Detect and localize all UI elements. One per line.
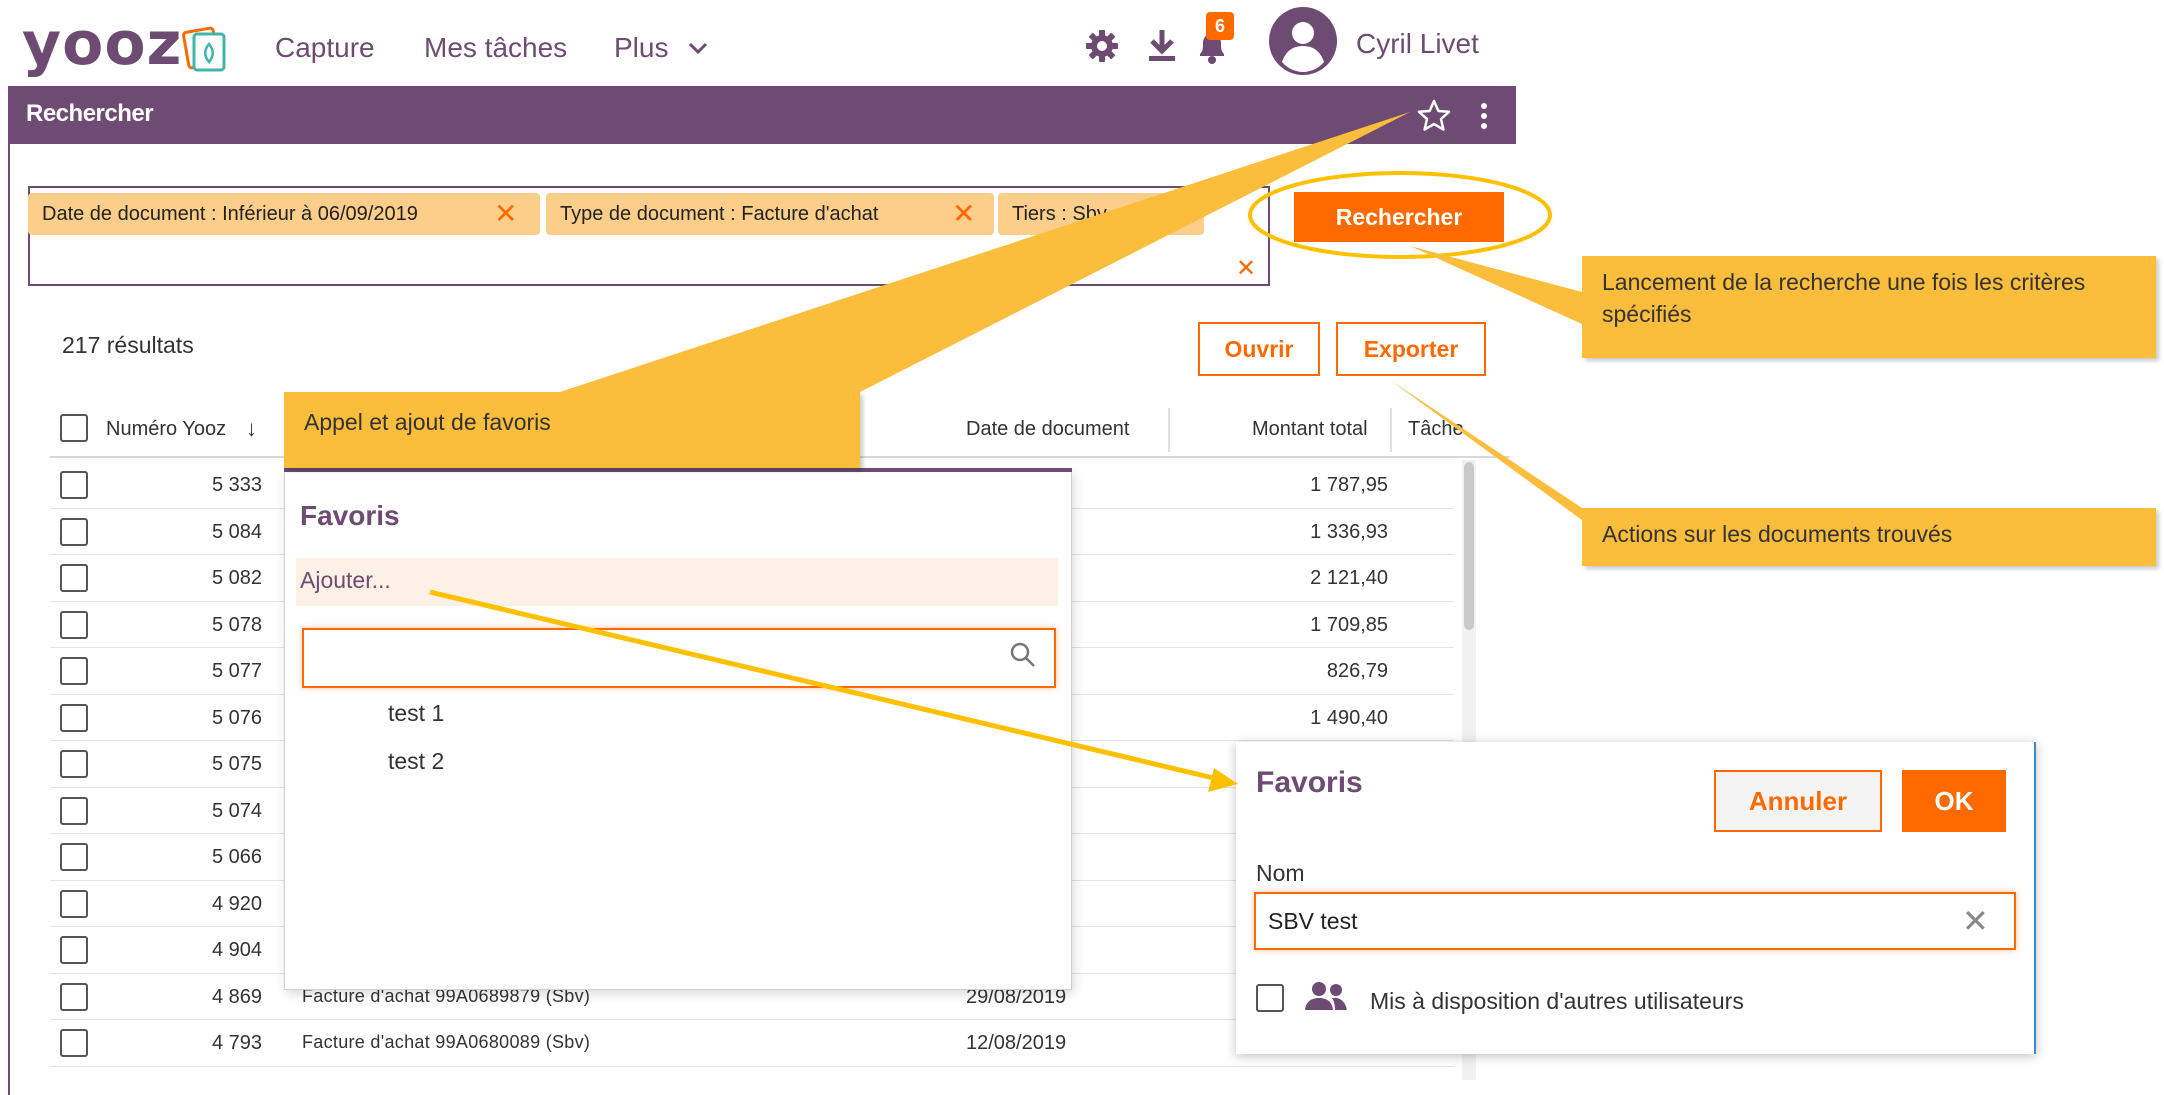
row-number: 4 793	[211, 1032, 262, 1054]
clear-icon[interactable]: ✕	[1962, 902, 1989, 940]
row-checkbox[interactable]	[60, 796, 88, 825]
row-amount: 1 787,95	[1310, 474, 1388, 496]
row-number: 4 920	[211, 892, 262, 915]
close-icon[interactable]: ✕	[1162, 193, 1185, 235]
select-all-checkbox[interactable]	[60, 414, 88, 442]
share-label: Mis à disposition d'autres utilisateurs	[1370, 988, 1744, 1014]
row-date: 12/08/2019	[966, 1032, 1067, 1054]
row-checkbox[interactable]	[60, 610, 88, 639]
notification-badge: 6	[1206, 12, 1234, 40]
filter-chip-type[interactable]: Type de document : Facture d'achat ✕	[546, 193, 994, 235]
row-checkbox[interactable]	[60, 936, 88, 964]
column-divider	[1168, 408, 1170, 452]
filter-chip-label: Date de document : Inférieur à 06/09/201…	[42, 203, 418, 225]
left-border	[8, 144, 10, 1095]
table-row-divider	[50, 1065, 1454, 1067]
callout-search: Lancement de la recherche une fois les c…	[1582, 256, 2156, 358]
name-field-label: Nom	[1256, 860, 1305, 886]
scrollbar-thumb[interactable]	[1464, 462, 1474, 630]
callout-pointer-search	[1410, 246, 1582, 324]
add-favorite-item[interactable]: Ajouter...	[296, 558, 1058, 606]
favorites-dropdown-top-border	[284, 468, 1072, 472]
user-name[interactable]: Cyril Livet	[1356, 28, 1479, 60]
export-button[interactable]: Exporter	[1336, 322, 1486, 376]
column-divider	[1390, 408, 1392, 452]
row-checkbox[interactable]	[60, 517, 88, 546]
row-number: 5 076	[211, 706, 262, 729]
ok-button[interactable]: OK	[1902, 770, 2006, 832]
row-number: 4 869	[211, 985, 262, 1008]
people-icon	[1305, 982, 1347, 1010]
row-checkbox[interactable]	[60, 657, 88, 685]
name-input[interactable]	[1254, 892, 2016, 950]
close-icon[interactable]: ✕	[952, 193, 975, 235]
favorites-dropdown	[284, 470, 1072, 990]
nav-capture[interactable]: Capture	[275, 32, 375, 64]
row-number: 5 066	[211, 846, 262, 868]
clear-filters-icon[interactable]: ✕	[1236, 254, 1256, 283]
row-number: 5 078	[211, 613, 262, 636]
row-checkbox[interactable]	[60, 750, 88, 778]
search-button[interactable]: Rechercher	[1294, 192, 1504, 242]
sort-desc-icon[interactable]: ↓	[246, 416, 257, 442]
row-number: 5 082	[211, 567, 262, 589]
row-checkbox[interactable]	[60, 889, 88, 918]
row-checkbox[interactable]	[60, 982, 88, 1011]
page-header-bar	[8, 86, 1516, 144]
row-amount: 2 121,40	[1310, 567, 1388, 589]
nav-my-tasks[interactable]: Mes tâches	[424, 32, 567, 64]
favorite-item[interactable]: test 1	[388, 700, 444, 727]
row-number: 5 333	[211, 474, 262, 496]
gear-icon[interactable]	[1084, 28, 1120, 64]
column-header-amount[interactable]: Montant total	[1252, 418, 1368, 441]
filter-chip-label: Tiers : Sbv	[1012, 203, 1107, 225]
yooz-logo[interactable]: yooz	[22, 14, 182, 74]
favorites-modal-title: Favoris	[1256, 766, 1363, 799]
row-number: 5 084	[211, 520, 262, 543]
row-amount: 1 709,85	[1310, 613, 1388, 636]
search-icon[interactable]	[1008, 640, 1038, 670]
row-checkbox[interactable]	[60, 843, 88, 871]
favorites-search-input[interactable]	[302, 628, 1056, 688]
row-checkbox[interactable]	[60, 1029, 88, 1057]
row-number: 4 904	[211, 939, 262, 961]
row-number: 5 075	[211, 753, 262, 775]
favorite-item[interactable]: test 2	[388, 748, 444, 775]
cancel-button[interactable]: Annuler	[1714, 770, 1882, 832]
row-number: 5 074	[211, 799, 262, 822]
column-header-task[interactable]: Tâche	[1408, 418, 1464, 441]
row-checkbox[interactable]	[60, 471, 88, 499]
close-icon[interactable]: ✕	[494, 193, 517, 235]
filter-chip-tiers[interactable]: Tiers : Sbv ✕	[998, 193, 1204, 235]
star-icon[interactable]	[1416, 98, 1452, 134]
filter-chip-date[interactable]: Date de document : Inférieur à 06/09/201…	[28, 193, 540, 235]
row-checkbox[interactable]	[60, 564, 88, 592]
favorites-dropdown-title: Favoris	[300, 500, 400, 531]
logo-cards-icon	[182, 26, 226, 72]
row-amount: 1 336,93	[1310, 520, 1388, 543]
row-description: Facture d'achat 99A0680089 (Sbv)	[302, 1032, 591, 1052]
open-button[interactable]: Ouvrir	[1198, 322, 1320, 376]
share-checkbox[interactable]	[1256, 984, 1284, 1012]
chevron-down-icon[interactable]	[686, 36, 710, 60]
callout-favorites: Appel et ajout de favoris	[284, 392, 860, 468]
filter-chip-label: Type de document : Facture d'achat	[560, 203, 879, 225]
name-input-value: SBV test	[1268, 908, 1358, 934]
row-checkbox[interactable]	[60, 703, 88, 732]
page-title: Rechercher	[26, 100, 154, 127]
row-number: 5 077	[211, 660, 262, 682]
nav-more[interactable]: Plus	[614, 32, 668, 64]
row-amount: 826,79	[1326, 660, 1388, 682]
more-vertical-icon[interactable]	[1476, 98, 1492, 134]
column-header-number[interactable]: Numéro Yooz	[106, 418, 226, 441]
callout-arrowhead	[1208, 768, 1238, 792]
avatar-icon[interactable]	[1268, 6, 1338, 76]
result-count: 217 résultats	[62, 332, 194, 358]
callout-actions: Actions sur les documents trouvés	[1582, 508, 2156, 566]
row-amount: 1 490,40	[1310, 706, 1388, 729]
download-icon[interactable]	[1146, 26, 1178, 64]
column-header-date[interactable]: Date de document	[966, 418, 1129, 441]
